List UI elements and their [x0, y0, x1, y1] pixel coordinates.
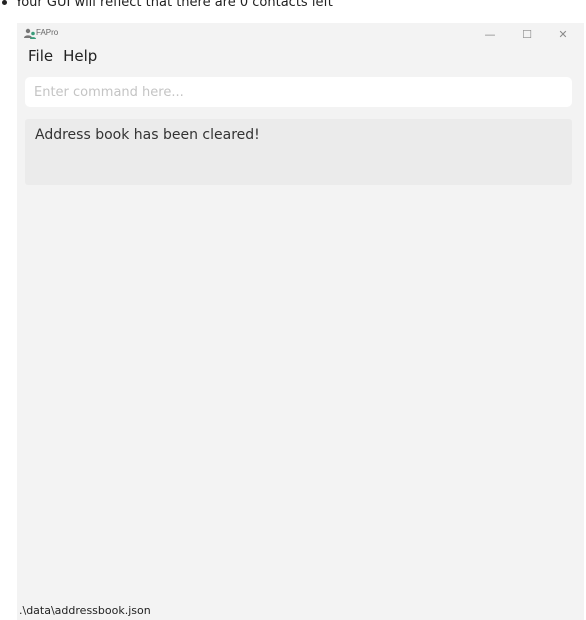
window-title: FAPro [36, 28, 59, 37]
status-bar-path: .\data\addressbook.json [19, 604, 151, 617]
menu-bar: File Help [17, 47, 97, 69]
bullet-dot [2, 0, 7, 5]
title-bar[interactable]: FAPro — ☐ ✕ [17, 23, 584, 45]
result-display: Address book has been cleared! [25, 119, 572, 185]
people-icon [24, 28, 36, 39]
result-message: Address book has been cleared! [35, 127, 260, 143]
maximize-button[interactable]: ☐ [518, 26, 536, 42]
close-button[interactable]: ✕ [554, 26, 572, 42]
instruction-text: Your GUI will reflect that there are 0 c… [15, 0, 333, 10]
menu-help[interactable]: Help [63, 47, 97, 69]
menu-file[interactable]: File [28, 47, 53, 69]
app-window: FAPro — ☐ ✕ File Help Address book has b… [17, 23, 584, 620]
command-input[interactable] [25, 77, 572, 107]
minimize-button[interactable]: — [481, 26, 499, 42]
instruction-bullet: Your GUI will reflect that there are 0 c… [2, 0, 333, 10]
